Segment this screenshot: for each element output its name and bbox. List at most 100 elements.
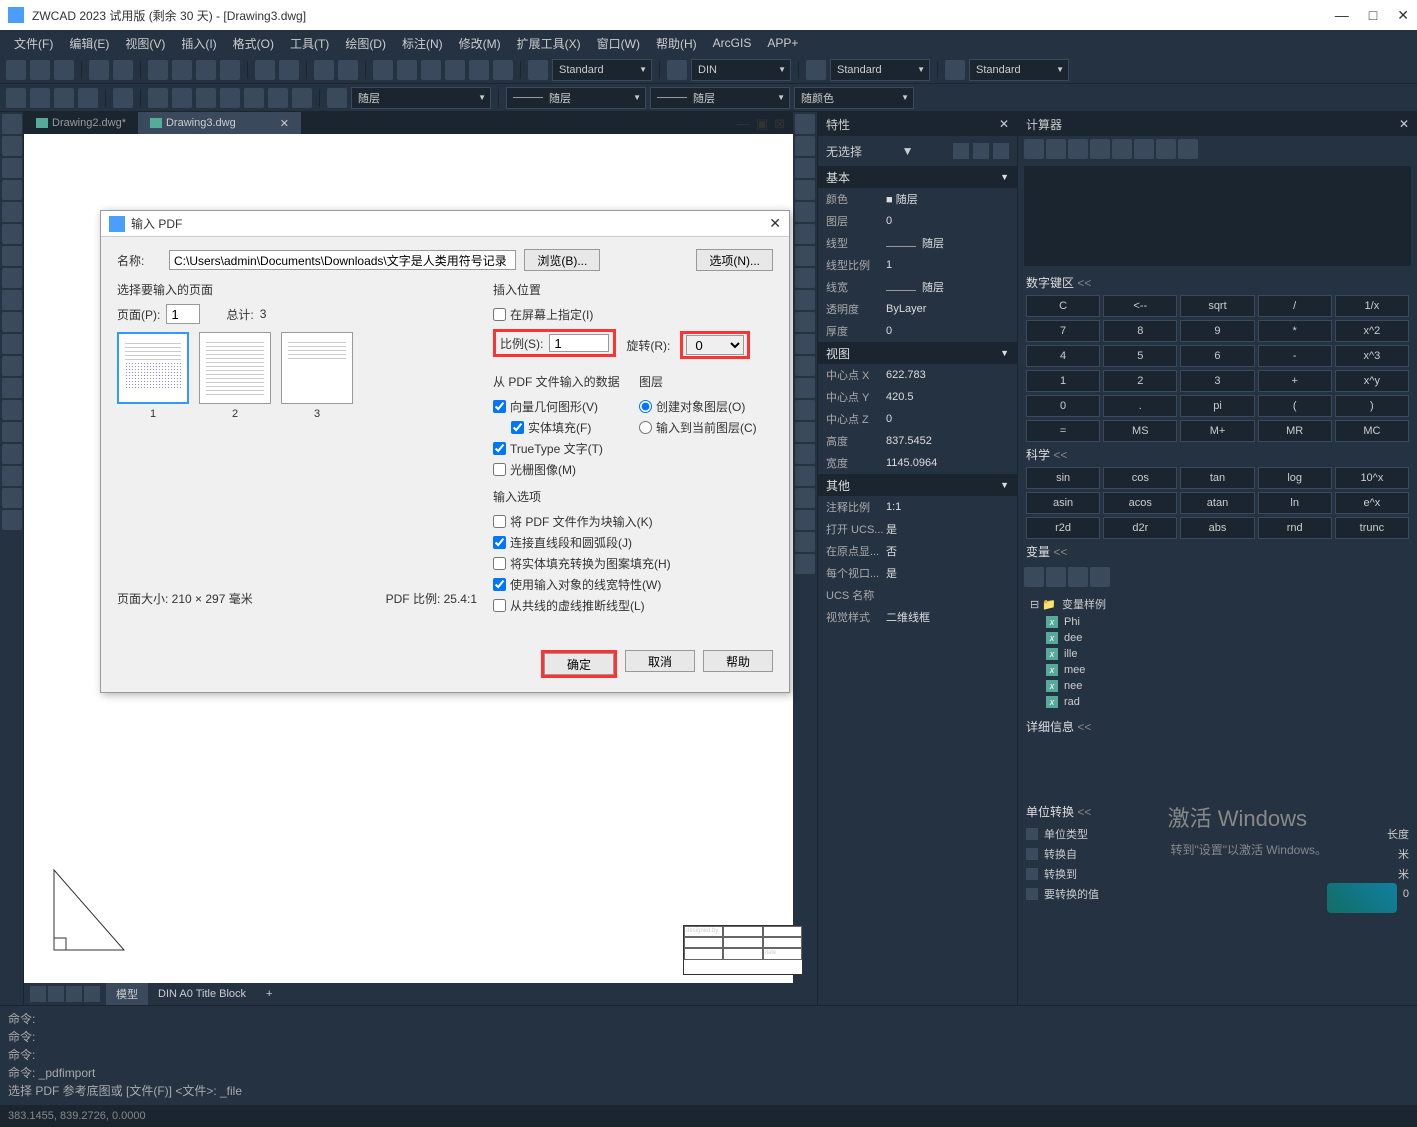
modify-8-icon[interactable] (795, 268, 815, 288)
modify-12-icon[interactable] (795, 356, 815, 376)
prop-color-value[interactable]: ■ 随层 (886, 191, 1009, 207)
match-icon[interactable] (220, 60, 240, 80)
calc-display[interactable] (1024, 166, 1411, 266)
tab-model[interactable]: 模型 (106, 983, 148, 1005)
calc-btn-rnd[interactable]: rnd (1258, 517, 1332, 539)
layer-icon-4[interactable] (78, 88, 98, 108)
calc-tool-4-icon[interactable] (1090, 139, 1110, 159)
mline-icon[interactable] (2, 422, 22, 442)
region-icon[interactable] (2, 334, 22, 354)
menu-insert[interactable]: 插入(I) (173, 35, 224, 52)
modify-4-icon[interactable] (795, 180, 815, 200)
dimstyle-dropdown[interactable]: DIN (691, 59, 791, 81)
prop-tool-3-icon[interactable] (993, 143, 1009, 159)
sci-title[interactable]: 科学 (1018, 442, 1417, 467)
menu-view[interactable]: 视图(V) (117, 35, 173, 52)
calc-btn-asin[interactable]: asin (1026, 492, 1100, 514)
prop-linetype-value[interactable]: 随层 (886, 235, 1009, 251)
filename-input[interactable] (169, 250, 516, 270)
dimstyle-icon[interactable] (667, 60, 687, 80)
calc-btn-cos[interactable]: cos (1103, 467, 1177, 489)
calc-btn-tan[interactable]: tan (1180, 467, 1254, 489)
detail-title[interactable]: 详细信息 (1018, 714, 1417, 739)
calc-btn-r2d[interactable]: r2d (1026, 517, 1100, 539)
calc-btn-[interactable]: / (1258, 295, 1332, 317)
polyline-icon[interactable] (2, 136, 22, 156)
textstyle-dropdown[interactable]: Standard (552, 59, 652, 81)
scale-input[interactable] (549, 334, 609, 352)
modify-21-icon[interactable] (795, 554, 815, 574)
prop-width-value[interactable]: 1145.0964 (886, 457, 1009, 469)
tab-last-icon[interactable] (84, 986, 100, 1002)
unit-to[interactable]: 转换到米 (1018, 864, 1417, 884)
vector-checkbox[interactable] (493, 400, 506, 413)
rotate-select[interactable]: 0 (686, 335, 744, 355)
calc-btn-3[interactable]: 3 (1180, 370, 1254, 392)
prop-tool-1-icon[interactable] (953, 143, 969, 159)
menu-draw[interactable]: 绘图(D) (337, 35, 394, 52)
menu-file[interactable]: 文件(F) (6, 35, 61, 52)
tablestyle-dropdown[interactable]: Standard (830, 59, 930, 81)
var-tool-4-icon[interactable] (1090, 567, 1110, 587)
point-icon[interactable] (2, 290, 22, 310)
command-line[interactable]: 命令: 命令: 命令: 命令: _pdfimport 选择 PDF 参考底图或 … (0, 1005, 1417, 1105)
calc-btn-[interactable]: <-- (1103, 295, 1177, 317)
var-tool-3-icon[interactable] (1068, 567, 1088, 587)
hatch-icon[interactable] (2, 312, 22, 332)
modify-7-icon[interactable] (795, 246, 815, 266)
tab-drawing2[interactable]: Drawing2.dwg* (24, 112, 138, 134)
current-layer-radio[interactable] (639, 421, 652, 434)
options-button[interactable]: 选项(N)... (696, 249, 773, 271)
thumb-3[interactable]: 3 (281, 332, 353, 420)
layer-icon-1[interactable] (6, 88, 26, 108)
calc-btn-8[interactable]: 8 (1103, 320, 1177, 342)
tool-d-icon[interactable] (445, 60, 465, 80)
calc-btn-7[interactable]: 7 (1026, 320, 1100, 342)
modify-11-icon[interactable] (795, 334, 815, 354)
layer-icon-11[interactable] (268, 88, 288, 108)
prop-layer-value[interactable]: 0 (886, 215, 1009, 227)
browse-button[interactable]: 浏览(B)... (524, 249, 600, 271)
calc-btn-[interactable]: - (1258, 345, 1332, 367)
thumb-1[interactable]: 1 (117, 332, 189, 420)
var-root[interactable]: ⊟ 📁 变量样例 (1026, 594, 1409, 614)
canvas-minimize[interactable]: — (737, 116, 750, 132)
calc-btn-pi[interactable]: pi (1180, 395, 1254, 417)
canvas-maximize[interactable]: ▣ (756, 116, 768, 132)
prop-thickness-value[interactable]: 0 (886, 325, 1009, 337)
close-button[interactable]: ✕ (1397, 7, 1409, 24)
tab-first-icon[interactable] (30, 986, 46, 1002)
modify-16-icon[interactable] (795, 444, 815, 464)
calc-btn-ms[interactable]: MS (1103, 420, 1177, 442)
menu-edit[interactable]: 编辑(E) (61, 35, 117, 52)
prop-visualstyle-value[interactable]: 二维线框 (886, 609, 1009, 625)
tab-next-icon[interactable] (66, 986, 82, 1002)
minimize-button[interactable]: — (1335, 7, 1349, 24)
help-button[interactable]: 帮助 (703, 650, 773, 672)
preview-icon[interactable] (113, 60, 133, 80)
calc-btn-sqrt[interactable]: sqrt (1180, 295, 1254, 317)
calc-btn-trunc[interactable]: trunc (1335, 517, 1409, 539)
calc-btn-9[interactable]: 9 (1180, 320, 1254, 342)
modify-6-icon[interactable] (795, 224, 815, 244)
modify-19-icon[interactable] (795, 510, 815, 530)
prop-perview-value[interactable]: 是 (886, 565, 1009, 581)
calc-help-icon[interactable] (1178, 139, 1198, 159)
layer-icon-5[interactable] (113, 88, 133, 108)
modify-14-icon[interactable] (795, 400, 815, 420)
calc-btn-xy[interactable]: x^y (1335, 370, 1409, 392)
calc-btn-x3[interactable]: x^3 (1335, 345, 1409, 367)
menu-format[interactable]: 格式(O) (225, 35, 282, 52)
prop-centerz-value[interactable]: 0 (886, 413, 1009, 425)
textstyle-icon[interactable] (528, 60, 548, 80)
var-ille[interactable]: xille (1026, 646, 1409, 662)
layer-icon-10[interactable] (244, 88, 264, 108)
calc-btn-c[interactable]: C (1026, 295, 1100, 317)
var-title[interactable]: 变量 (1018, 539, 1417, 564)
section-view[interactable]: 视图 (818, 342, 1017, 364)
copy-icon[interactable] (172, 60, 192, 80)
plotcolor-dropdown[interactable]: 随颜色 (794, 87, 914, 109)
prop-ltscale-value[interactable]: 1 (886, 259, 1009, 271)
donut-icon[interactable] (2, 488, 22, 508)
menu-arcgis[interactable]: ArcGIS (705, 36, 760, 50)
